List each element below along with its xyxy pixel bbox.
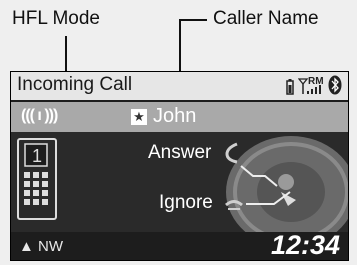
ignore-option[interactable]: Ignore [159,192,213,214]
svg-text:1: 1 [32,146,42,166]
hfl-mode-leader [65,36,67,74]
bottom-bar: ▲ NW 12:34 [11,230,348,260]
clock: 12:34 [270,230,340,260]
caller-name-callout: Caller Name [213,8,319,29]
bluetooth-icon [328,75,342,95]
status-bar: Incoming Call RM [11,72,348,102]
answer-option[interactable]: Answer [148,142,211,164]
call-options-panel: 1 Answer Ignore [11,132,348,248]
hfl-display: Incoming Call RM ((( ı ))) ★ John 1 Answ… [10,71,349,261]
mobile-phone-icon: 1 [17,138,57,220]
hfl-mode-callout: HFL Mode [12,8,100,29]
compass-heading: ▲ NW [19,238,63,255]
caller-row: ((( ı ))) ★ John [11,102,348,132]
compass-arrow-icon: ▲ [19,238,34,255]
ringing-signal-icon: ((( ı ))) [21,107,58,124]
status-icons: RM [286,75,342,95]
heading-label: NW [38,238,64,255]
svg-text:RM: RM [308,76,324,87]
caller-name-leader-horizontal [179,19,207,21]
ignore-connector-line [246,191,291,205]
battery-icon [286,79,294,95]
answer-handset-icon [225,142,238,164]
screen-title: Incoming Call [17,74,133,95]
signal-strength-icon: RM [298,76,324,94]
caller-name: John [153,105,197,127]
favorite-star-icon: ★ [131,109,147,125]
